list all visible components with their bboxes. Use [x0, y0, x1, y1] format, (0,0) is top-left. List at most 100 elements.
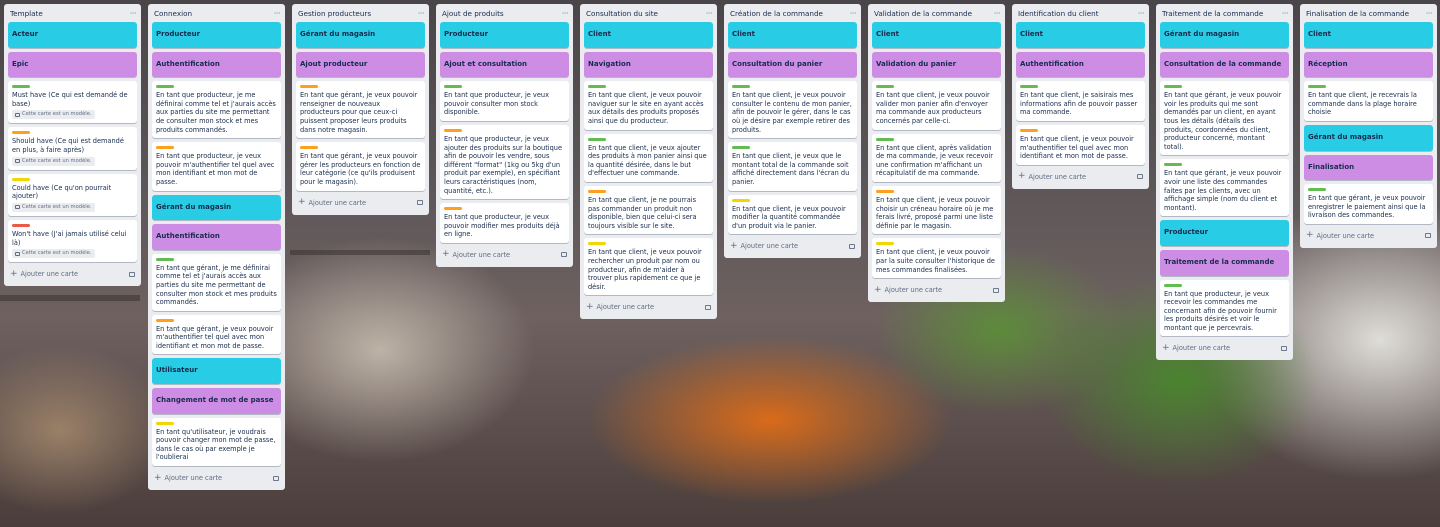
actor-card[interactable]: Client: [728, 22, 857, 48]
priority-label[interactable]: [588, 242, 606, 246]
story-card[interactable]: En tant que client, après validation de …: [872, 133, 1001, 182]
epic-card[interactable]: Finalisation: [1304, 154, 1433, 181]
add-card-button[interactable]: + Ajouter une carte: [730, 241, 798, 251]
story-card[interactable]: En tant que gérant, je veux pouvoir rens…: [296, 81, 425, 139]
priority-label[interactable]: [876, 85, 894, 89]
create-from-template-icon[interactable]: [561, 252, 567, 258]
story-card[interactable]: En tant que client, je veux pouvoir vali…: [872, 81, 1001, 130]
story-card[interactable]: En tant que producteur, je veux recevoir…: [1160, 279, 1289, 337]
priority-label[interactable]: [156, 257, 174, 261]
create-from-template-icon[interactable]: [273, 475, 279, 481]
priority-label[interactable]: [1020, 128, 1038, 132]
story-card[interactable]: En tant que gérant, je veux pouvoir m'au…: [152, 314, 281, 355]
list-header[interactable]: Gestion producteurs ···: [296, 4, 425, 22]
priority-label[interactable]: [732, 85, 750, 89]
ellipsis-icon[interactable]: ···: [274, 9, 281, 18]
priority-label[interactable]: [444, 207, 462, 211]
priority-label[interactable]: [444, 128, 462, 132]
priority-label[interactable]: [588, 189, 606, 193]
actor-card[interactable]: Gérant du magasin: [296, 22, 425, 48]
priority-label[interactable]: [732, 198, 750, 202]
priority-label[interactable]: [588, 137, 606, 141]
add-card-button[interactable]: + Ajouter une carte: [154, 473, 222, 483]
create-from-template-icon[interactable]: [705, 304, 711, 310]
actor-card[interactable]: Client: [584, 22, 713, 48]
create-from-template-icon[interactable]: [1137, 174, 1143, 180]
list-header[interactable]: Connexion ···: [152, 4, 281, 22]
epic-card[interactable]: Consultation de la commande: [1160, 51, 1289, 78]
story-card[interactable]: En tant que gérant, je veux pouvoir avoi…: [1160, 159, 1289, 217]
list-header[interactable]: Création de la commande ···: [728, 4, 857, 22]
story-card[interactable]: En tant que client, je veux que le monta…: [728, 142, 857, 191]
story-card[interactable]: En tant que client, je ne pourrais pas c…: [584, 185, 713, 235]
list-header[interactable]: Finalisation de la commande ···: [1304, 4, 1433, 22]
story-card[interactable]: En tant que client, je recevrais la comm…: [1304, 81, 1433, 121]
story-card[interactable]: En tant que gérant, je veux pouvoir enre…: [1304, 184, 1433, 224]
ellipsis-icon[interactable]: ···: [562, 9, 569, 18]
ellipsis-icon[interactable]: ···: [418, 9, 425, 18]
story-card[interactable]: En tant que client, je veux pouvoir cons…: [728, 81, 857, 139]
actor-card[interactable]: Client: [1016, 22, 1145, 48]
ellipsis-icon[interactable]: ···: [1138, 9, 1145, 18]
ellipsis-icon[interactable]: ···: [1282, 9, 1289, 18]
epic-card[interactable]: Authentification: [152, 51, 281, 78]
list-title[interactable]: Création de la commande: [730, 9, 823, 18]
list-header[interactable]: Validation de la commande ···: [872, 4, 1001, 22]
priority-label[interactable]: [12, 177, 30, 181]
story-card[interactable]: En tant que client, je veux pouvoir navi…: [584, 81, 713, 130]
ellipsis-icon[interactable]: ···: [850, 9, 857, 18]
add-card-button[interactable]: + Ajouter une carte: [586, 302, 654, 312]
story-card[interactable]: En tant que client, je veux pouvoir m'au…: [1016, 124, 1145, 165]
actor-card[interactable]: Gérant du magasin: [1160, 22, 1289, 48]
priority-label[interactable]: [588, 85, 606, 89]
priority-label[interactable]: [876, 242, 894, 246]
list-title[interactable]: Template: [10, 9, 43, 18]
priority-label[interactable]: [156, 421, 174, 425]
actor-card[interactable]: Utilisateur: [152, 358, 281, 385]
add-card-button[interactable]: + Ajouter une carte: [298, 198, 366, 207]
priority-label[interactable]: [1020, 85, 1038, 89]
epic-card[interactable]: Navigation: [584, 51, 713, 78]
list-title[interactable]: Validation de la commande: [874, 9, 972, 18]
list-header[interactable]: Traitement de la commande ···: [1160, 4, 1289, 22]
priority-label[interactable]: [156, 85, 174, 89]
list-title[interactable]: Gestion producteurs: [298, 9, 371, 18]
story-card[interactable]: Could have (Ce qu'on pourrait ajouter) Ce…: [8, 173, 137, 217]
epic-card[interactable]: Réception: [1304, 51, 1433, 78]
list-header[interactable]: Ajout de produits ···: [440, 4, 569, 22]
priority-label[interactable]: [1164, 163, 1182, 167]
story-card[interactable]: En tant que gérant, je veux pouvoir voir…: [1160, 81, 1289, 156]
actor-card[interactable]: Producteur: [1160, 220, 1289, 246]
epic-card[interactable]: Ajout et consultation: [440, 51, 569, 78]
add-card-button[interactable]: + Ajouter une carte: [874, 285, 942, 295]
story-card[interactable]: En tant qu'utilisateur, je voudrais pouv…: [152, 417, 281, 467]
list-title[interactable]: Consultation du site: [586, 9, 658, 18]
story-card[interactable]: En tant que gérant, je veux pouvoir gére…: [296, 142, 425, 191]
list-title[interactable]: Finalisation de la commande: [1306, 9, 1409, 18]
epic-card[interactable]: Validation du panier: [872, 51, 1001, 78]
add-card-button[interactable]: + Ajouter une carte: [1018, 172, 1086, 181]
story-card[interactable]: En tant que client, je veux pouvoir rech…: [584, 238, 713, 296]
story-card[interactable]: En tant que producteur, je me définirai …: [152, 81, 281, 139]
ellipsis-icon[interactable]: ···: [1426, 9, 1433, 18]
ellipsis-icon[interactable]: ···: [706, 9, 713, 18]
actor-card[interactable]: Producteur: [440, 22, 569, 48]
epic-card[interactable]: Ajout producteur: [296, 51, 425, 78]
priority-label[interactable]: [1308, 188, 1326, 192]
priority-label[interactable]: [156, 146, 174, 150]
add-card-button[interactable]: + Ajouter une carte: [442, 250, 510, 259]
story-card[interactable]: En tant que producteur, je veux pouvoir …: [440, 203, 569, 243]
story-card[interactable]: En tant que producteur, je veux ajouter …: [440, 124, 569, 200]
epic-card[interactable]: Epic: [8, 51, 137, 78]
create-from-template-icon[interactable]: [849, 243, 855, 249]
priority-label[interactable]: [300, 85, 318, 89]
story-card[interactable]: Must have (Ce qui est demandé de base) Ce…: [8, 81, 137, 124]
story-card[interactable]: En tant que producteur, je veux pouvoir …: [440, 81, 569, 121]
epic-card[interactable]: Authentification: [1016, 51, 1145, 78]
add-card-button[interactable]: + Ajouter une carte: [1306, 231, 1374, 240]
story-card[interactable]: En tant que gérant, je me définirai comm…: [152, 253, 281, 311]
create-from-template-icon[interactable]: [129, 271, 135, 277]
actor-card[interactable]: Producteur: [152, 22, 281, 48]
actor-card[interactable]: Client: [1304, 22, 1433, 48]
priority-label[interactable]: [156, 318, 174, 322]
